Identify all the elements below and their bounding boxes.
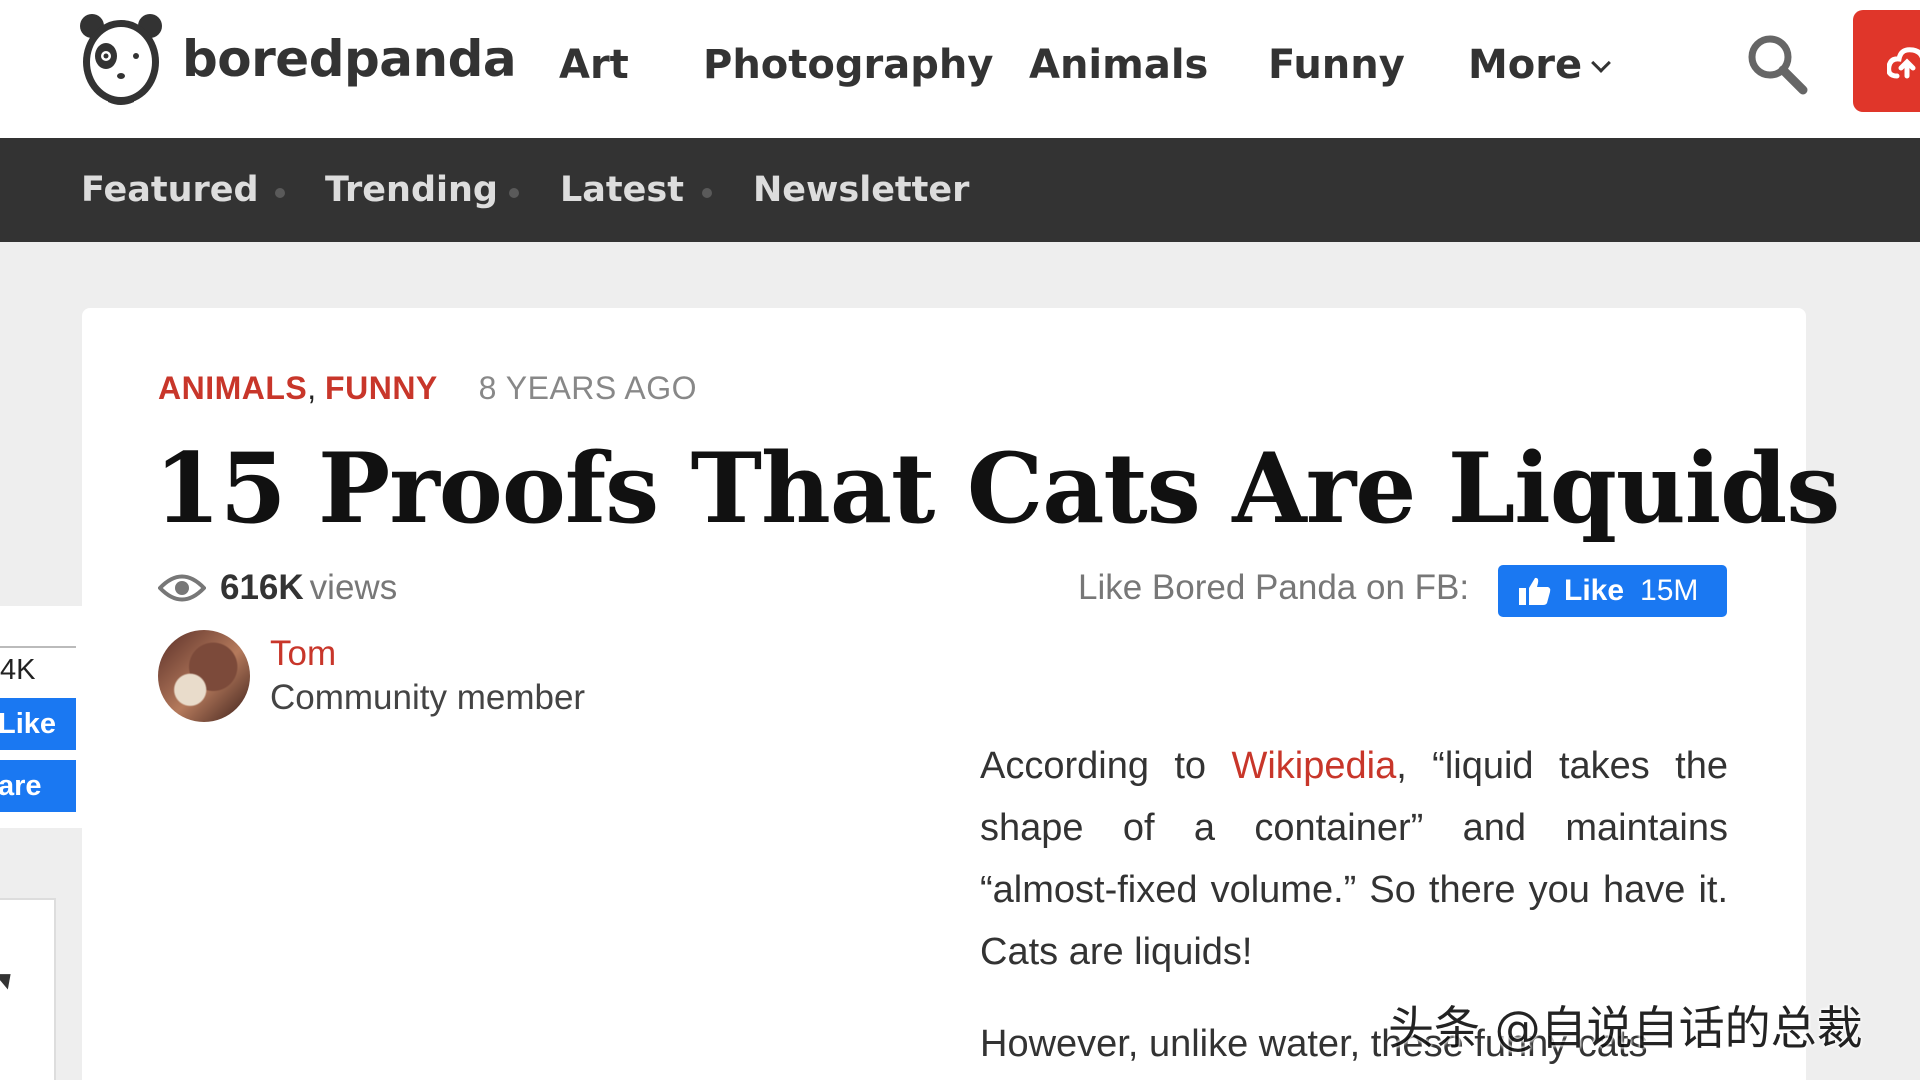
author-name[interactable]: Tom [270,632,585,676]
search-icon [1748,35,1808,95]
nav-art[interactable]: Art [559,42,629,88]
top-header: boredpanda Art Photography Animals Funny… [0,0,1920,138]
fb-prompt: Like Bored Panda on FB: [1078,568,1470,607]
subnav-latest[interactable]: Latest [560,170,684,210]
side-share-button[interactable]: are [0,760,76,812]
nav-animals[interactable]: Animals [1029,42,1208,88]
nav-photography[interactable]: Photography [703,42,993,88]
subnav-trending[interactable]: Trending [325,170,498,210]
nav-more-label: More [1468,42,1583,88]
separator-dot [275,188,285,198]
category-separator: , [307,370,317,406]
separator-dot [702,188,712,198]
share-divider [0,646,76,648]
secondary-nav: Featured Trending Latest Newsletter [0,138,1920,242]
side-share-label: are [0,769,42,802]
author-role: Community member [270,678,586,717]
article-meta: ANIMALS, FUNNY 8 YEARS AGO [158,370,697,407]
article-title: 15 Proofs That Cats Are Liquids [154,432,1840,545]
panda-logo-icon [80,14,162,105]
paragraph-text: According to [980,745,1232,787]
chevron-down-icon [1591,53,1612,73]
article-paragraph: According to Wikipedia, “liquid takes th… [980,735,1728,983]
post-time: 8 YEARS AGO [478,370,697,406]
author-info: Tom Community member [270,632,585,720]
thumbs-up-icon [1519,577,1551,605]
fb-like-button[interactable]: Like 15M [1498,565,1727,617]
avatar[interactable] [158,630,250,722]
eye-icon [158,574,206,602]
view-count: 616K views [158,568,397,608]
watermark: 头条 @自说自话的总裁 [1388,1001,1863,1055]
category-funny[interactable]: FUNNY [325,370,438,406]
search-button[interactable] [1745,32,1809,96]
views-number: 616K [220,568,304,607]
site-logo[interactable]: boredpanda [78,10,517,108]
side-like-button[interactable]: Like [0,698,76,750]
nav-more[interactable]: More [1468,42,1612,88]
nav-funny[interactable]: Funny [1268,42,1405,88]
logo-text: boredpanda [182,30,517,88]
side-like-label: Like [0,707,57,740]
author-block: Tom Community member [158,630,585,722]
wikipedia-link[interactable]: Wikipedia [1231,745,1396,787]
share-count: 4K [0,654,36,686]
cloud-upload-icon [1887,47,1920,79]
views-label: views [309,568,398,607]
upload-button[interactable] [1853,10,1920,112]
fb-like-count: 15M [1640,574,1699,607]
subnav-featured[interactable]: Featured [81,170,259,210]
category-animals[interactable]: ANIMALS [158,370,307,406]
fb-like-label: Like [1564,574,1625,607]
separator-dot [509,188,519,198]
subnav-newsletter[interactable]: Newsletter [753,170,969,210]
